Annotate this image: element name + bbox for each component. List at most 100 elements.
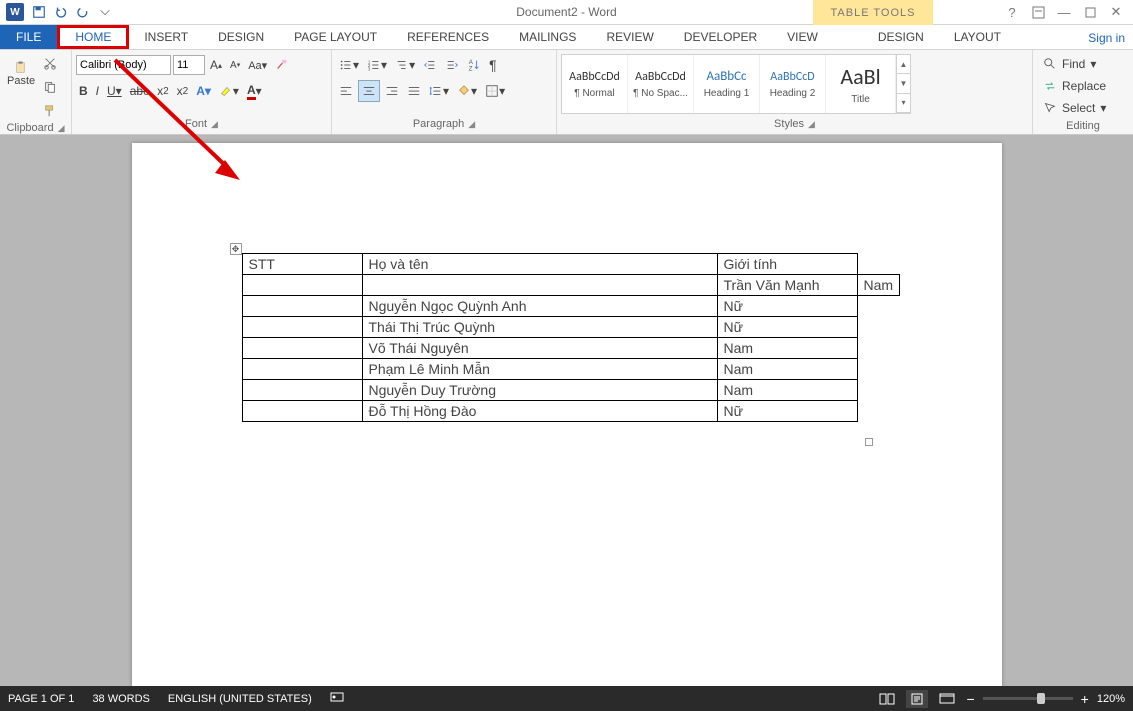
align-right-button[interactable] <box>382 80 402 102</box>
font-size-input[interactable] <box>173 55 205 75</box>
word-icon: W <box>6 3 24 21</box>
group-clipboard: Paste Clipboard◢ <box>0 50 72 134</box>
italic-button[interactable]: I <box>93 80 102 102</box>
style-heading2[interactable]: AaBbCcDHeading 2 <box>760 55 826 113</box>
change-case-button[interactable]: Aa▾ <box>245 54 270 76</box>
show-marks-button[interactable]: ¶ <box>486 54 500 76</box>
page[interactable]: ✥ STT Họ và tên Giới tính Trần Văn MạnhN… <box>132 143 1002 686</box>
tab-pagelayout[interactable]: PAGE LAYOUT <box>279 25 392 49</box>
signin-link[interactable]: Sign in <box>1088 25 1125 50</box>
styles-dialog-launcher[interactable]: ◢ <box>808 119 815 130</box>
font-color-button[interactable]: A▾ <box>244 80 265 102</box>
subscript-button[interactable]: x2 <box>154 80 172 102</box>
select-button[interactable]: Select ▾ <box>1043 98 1106 118</box>
header-name[interactable]: Họ và tên <box>362 254 717 275</box>
ribbon-options-button[interactable] <box>1025 1 1051 23</box>
clipboard-dialog-launcher[interactable]: ◢ <box>58 123 65 134</box>
svg-text:3: 3 <box>368 66 371 71</box>
redo-button[interactable] <box>72 1 94 23</box>
document-area[interactable]: ✥ STT Họ và tên Giới tính Trần Văn MạnhN… <box>0 135 1133 686</box>
style-heading1[interactable]: AaBbCcHeading 1 <box>694 55 760 113</box>
justify-button[interactable] <box>404 80 424 102</box>
view-web-button[interactable] <box>936 690 958 708</box>
tab-view[interactable]: VIEW <box>772 25 833 49</box>
paste-label: Paste <box>7 75 35 87</box>
header-stt[interactable]: STT <box>242 254 362 275</box>
text-effects-button[interactable]: A▾ <box>193 80 214 102</box>
strikethrough-button[interactable]: abc <box>127 80 152 102</box>
multilevel-list-button[interactable]: ▾ <box>392 54 418 76</box>
data-table[interactable]: STT Họ và tên Giới tính Trần Văn MạnhNam… <box>242 253 901 422</box>
styles-gallery[interactable]: AaBbCcDd¶ Normal AaBbCcDd¶ No Spac... Aa… <box>561 54 911 114</box>
paragraph-dialog-launcher[interactable]: ◢ <box>468 119 475 130</box>
line-spacing-button[interactable]: ▾ <box>426 80 452 102</box>
highlight-button[interactable]: ▾ <box>216 80 242 102</box>
style-title[interactable]: AaBlTitle <box>826 55 896 113</box>
customize-qat-button[interactable] <box>94 1 116 23</box>
help-button[interactable]: ? <box>999 1 1025 23</box>
save-button[interactable] <box>28 1 50 23</box>
tab-tabletools-layout[interactable]: LAYOUT <box>939 25 1016 49</box>
replace-button[interactable]: Replace <box>1043 76 1106 96</box>
font-name-input[interactable] <box>76 55 171 75</box>
increase-indent-button[interactable] <box>442 54 462 76</box>
tab-mailings[interactable]: MAILINGS <box>504 25 591 49</box>
cut-button[interactable] <box>40 52 60 74</box>
styles-scroll[interactable]: ▲▼▾ <box>896 55 910 113</box>
align-center-button[interactable] <box>358 80 380 102</box>
sort-button[interactable]: AZ <box>464 54 484 76</box>
font-dialog-launcher[interactable]: ◢ <box>211 119 218 130</box>
maximize-button[interactable] <box>1077 1 1103 23</box>
format-painter-button[interactable] <box>40 100 60 122</box>
group-font: A▴ A▾ Aa▾ B I U▾ abc x2 x2 A▾ ▾ A▾ Font◢ <box>72 50 332 134</box>
tab-file[interactable]: FILE <box>0 25 57 49</box>
macro-recording-icon[interactable] <box>330 690 344 707</box>
numbering-button[interactable]: 123▾ <box>364 54 390 76</box>
close-button[interactable]: ✕ <box>1103 1 1129 23</box>
tab-insert[interactable]: INSERT <box>129 25 203 49</box>
table-move-handle[interactable]: ✥ <box>230 243 242 255</box>
style-nospacing[interactable]: AaBbCcDd¶ No Spac... <box>628 55 694 113</box>
zoom-in-button[interactable]: + <box>1081 691 1089 707</box>
tab-tabletools-design[interactable]: DESIGN <box>863 25 939 49</box>
find-button[interactable]: Find ▾ <box>1043 54 1106 74</box>
shrink-font-button[interactable]: A▾ <box>227 54 243 76</box>
zoom-level[interactable]: 120% <box>1097 693 1125 705</box>
view-print-button[interactable] <box>906 690 928 708</box>
style-normal[interactable]: AaBbCcDd¶ Normal <box>562 55 628 113</box>
borders-button[interactable]: ▾ <box>482 80 508 102</box>
align-left-button[interactable] <box>336 80 356 102</box>
table-resize-handle[interactable] <box>865 438 873 446</box>
paste-button[interactable]: Paste <box>4 52 38 96</box>
view-read-button[interactable] <box>876 690 898 708</box>
tabletools-contextual-label: TABLE TOOLS <box>813 0 933 25</box>
superscript-button[interactable]: x2 <box>174 80 192 102</box>
status-words[interactable]: 38 WORDS <box>92 693 149 705</box>
editing-group-label: Editing <box>1066 120 1100 132</box>
status-page[interactable]: PAGE 1 OF 1 <box>8 693 74 705</box>
copy-button[interactable] <box>40 76 60 98</box>
minimize-button[interactable]: — <box>1051 1 1077 23</box>
table-row: Nguyễn Ngọc Quỳnh AnhNữ <box>242 296 900 317</box>
bold-button[interactable]: B <box>76 80 91 102</box>
bullets-button[interactable]: ▾ <box>336 54 362 76</box>
tab-review[interactable]: REVIEW <box>591 25 668 49</box>
shading-button[interactable]: ▾ <box>454 80 480 102</box>
underline-button[interactable]: U▾ <box>104 80 125 102</box>
decrease-indent-button[interactable] <box>420 54 440 76</box>
group-editing: Find ▾ Replace Select ▾ Editing <box>1033 50 1133 134</box>
tab-developer[interactable]: DEVELOPER <box>669 25 772 49</box>
tab-home[interactable]: HOME <box>57 25 129 49</box>
status-language[interactable]: ENGLISH (UNITED STATES) <box>168 693 312 705</box>
paragraph-group-label: Paragraph <box>413 118 464 130</box>
zoom-slider[interactable] <box>983 697 1073 700</box>
tab-design[interactable]: DESIGN <box>203 25 279 49</box>
clear-formatting-button[interactable] <box>272 54 292 76</box>
undo-button[interactable] <box>50 1 72 23</box>
tab-references[interactable]: REFERENCES <box>392 25 504 49</box>
table-row: Đỗ Thị Hồng ĐàoNữ <box>242 401 900 422</box>
grow-font-button[interactable]: A▴ <box>207 54 225 76</box>
header-gender[interactable]: Giới tính <box>717 254 857 275</box>
svg-text:Z: Z <box>469 65 473 72</box>
zoom-out-button[interactable]: − <box>966 691 974 707</box>
